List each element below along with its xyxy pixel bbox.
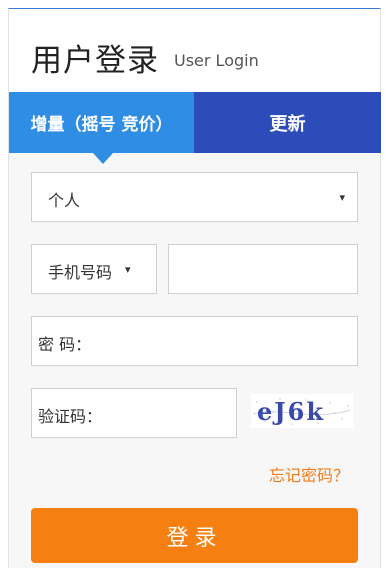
active-tab-pointer <box>93 153 113 164</box>
forgot-password-link[interactable]: 忘记密码？ <box>269 462 349 486</box>
password-field[interactable]: 密 码： <box>31 316 358 366</box>
login-header: 用户登录 User Login <box>9 9 380 92</box>
user-type-select[interactable]: 个人 ▾ <box>31 172 358 222</box>
page-title: 用户登录 <box>31 43 159 79</box>
chevron-down-icon: ▾ <box>125 263 131 276</box>
id-type-select[interactable]: 手机号码 ▾ <box>31 244 157 294</box>
id-type-value: 手机号码 <box>48 263 113 282</box>
user-type-value: 个人 <box>48 191 81 210</box>
verification-code-field[interactable]: 验证码： <box>31 388 237 438</box>
login-panel: 用户登录 User Login 增量（摇号 竞价） 更新 个人 ▾ 手机号码 ▾… <box>8 8 381 568</box>
password-label: 密 码： <box>38 335 92 354</box>
captcha-text: eJ6k <box>257 397 325 426</box>
chevron-down-icon: ▾ <box>339 191 345 204</box>
login-button[interactable]: 登录 <box>31 508 358 563</box>
tab-update[interactable]: 更新 <box>194 92 381 153</box>
verification-code-label: 验证码： <box>38 407 103 426</box>
captcha-image[interactable]: eJ6k <box>251 394 353 428</box>
login-tabs: 增量（摇号 竞价） 更新 <box>9 92 381 153</box>
phone-input[interactable] <box>168 244 358 294</box>
page-subtitle: User Login <box>174 51 259 70</box>
tab-incremental[interactable]: 增量（摇号 竞价） <box>9 92 194 153</box>
